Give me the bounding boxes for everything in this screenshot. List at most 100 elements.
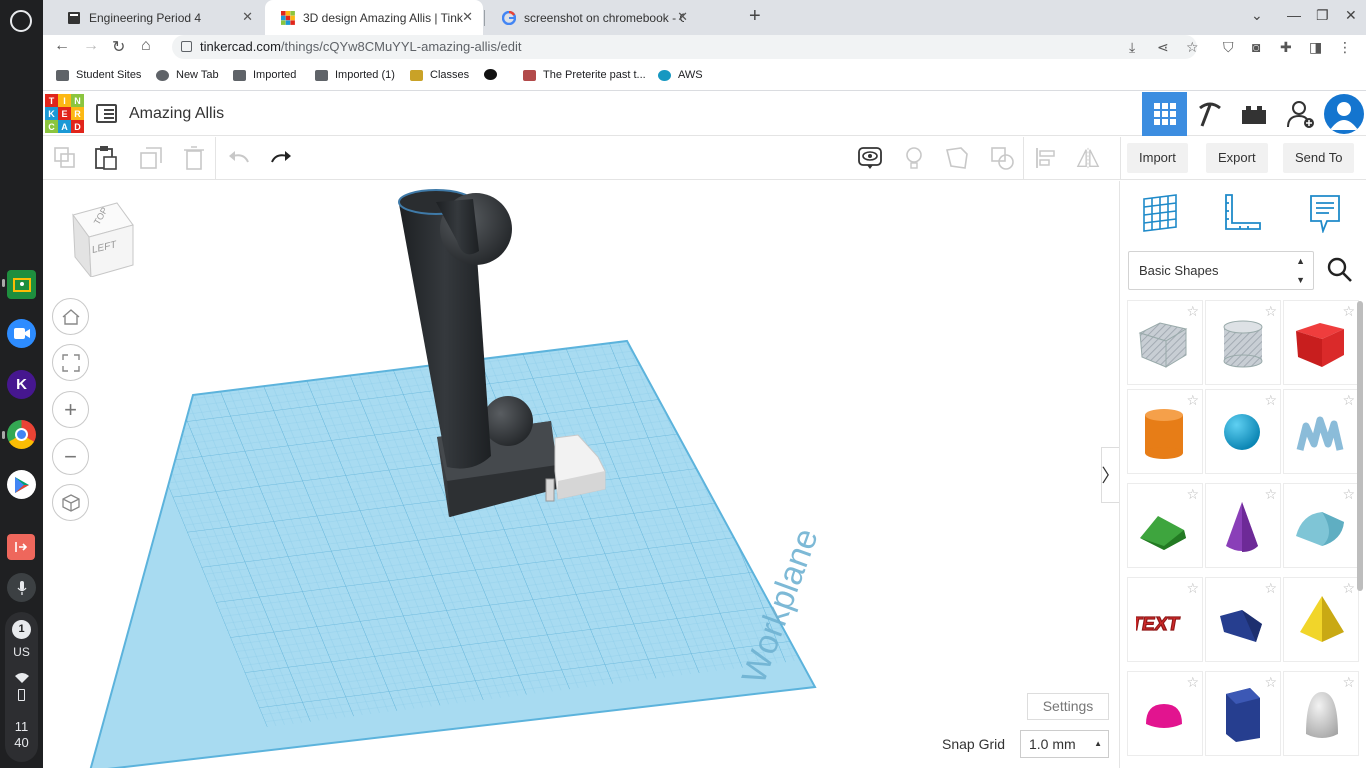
shape-tile-paraboloid[interactable]: ☆ [1284,672,1358,755]
launcher-icon[interactable] [10,10,32,32]
lock-icon[interactable] [181,41,192,52]
install-app-icon[interactable]: ⤓ [1129,39,1135,56]
notes-button[interactable] [902,146,926,170]
close-tab-icon[interactable]: ✕ [462,9,473,25]
settings-button[interactable]: Settings [1027,693,1109,720]
duplicate-button[interactable] [139,146,163,170]
new-tab-button[interactable]: + [749,5,761,28]
redo-button[interactable] [269,146,293,170]
export-button[interactable]: Export [1206,143,1268,173]
microphone-icon[interactable] [7,573,36,602]
shape-tile-half-sphere[interactable]: ☆ [1128,672,1202,755]
bookmark-imported-1[interactable]: Imported (1) [315,69,395,81]
ruler-icon[interactable] [1222,193,1262,233]
shape-tile-text[interactable]: ☆ TEXT [1128,578,1202,661]
shape-tile-cylinder-hole[interactable]: ☆ [1206,301,1280,384]
paste-button[interactable] [94,146,118,170]
shape-category-select[interactable]: Basic Shapes ▲ ▼ [1128,251,1314,290]
zoom-out-button[interactable]: − [52,438,89,475]
bookmark-imported[interactable]: Imported [233,69,296,81]
shape-tile-cylinder[interactable]: ☆ [1128,390,1202,473]
mirror-button[interactable] [1076,146,1100,170]
avatar[interactable] [1324,94,1364,134]
undo-button[interactable] [227,146,251,170]
lower-sphere-shape[interactable] [483,396,533,446]
shape-tile-wedge[interactable]: ☆ [1206,578,1280,661]
3d-workspace[interactable]: Workplane TOP LEFT + − 〉 Settings Snap G… [43,181,1119,768]
blocks-view-button[interactable] [1187,92,1232,136]
bookmark-new-tab[interactable]: New Tab [156,69,219,81]
design-title[interactable]: Amazing Allis [129,105,224,123]
design-list-icon[interactable] [96,104,117,123]
group-button[interactable] [945,146,969,170]
3d-design-view-button[interactable] [1142,92,1187,136]
view-cube[interactable]: TOP LEFT [69,201,137,282]
zoom-icon[interactable] [7,319,36,348]
collapse-panel-button[interactable]: 〉 [1101,447,1119,503]
bookmark-aws[interactable]: AWS [658,69,703,81]
import-button[interactable]: Import [1127,143,1188,173]
extension-icon[interactable]: ◙ [1252,39,1260,55]
send-to-button[interactable]: Send To [1283,143,1355,173]
search-icon[interactable] [1327,257,1353,283]
shape-tile-box[interactable]: ☆ [1284,301,1358,384]
shape-tile-pyramid[interactable]: ☆ [1284,578,1358,661]
reload-icon[interactable]: ↻ [112,37,125,57]
shape-tile-polygon[interactable]: ☆ [1206,672,1280,755]
fit-view-button[interactable] [52,344,89,381]
copy-button[interactable] [53,146,77,170]
shape-tile-sphere[interactable]: ☆ [1206,390,1280,473]
bookmark-label: The Preterite past t... [543,69,646,81]
close-window-icon[interactable]: ✕ [1345,7,1357,24]
play-store-icon[interactable] [7,470,36,499]
zoom-in-button[interactable]: + [52,391,89,428]
close-tab-icon[interactable]: ✕ [242,9,253,25]
kahoot-icon[interactable]: K [7,370,36,399]
shape-tile-cone[interactable]: ☆ [1206,484,1280,567]
tinkercad-logo[interactable]: T I N K E R C A D [45,94,84,133]
google-classroom-icon[interactable] [7,270,36,299]
sign-out-icon[interactable] [7,534,35,560]
back-icon[interactable]: ← [54,37,70,55]
bookmark-classes[interactable]: Classes [410,69,469,81]
bookmark-star-icon[interactable]: ☆ [1186,39,1199,56]
forward-icon[interactable]: → [83,37,99,55]
shape-tile-scribble[interactable]: ☆ [1284,390,1358,473]
align-button[interactable] [1034,146,1058,170]
tab-search-icon[interactable]: ⌄ [1251,7,1263,24]
tab-google-search[interactable]: screenshot on chromebook - Google Search… [486,0,698,35]
snap-grid-select[interactable]: 1.0 mm ▲ [1020,730,1109,758]
keyboard-layout-label[interactable]: US [0,645,43,659]
bookmark-preterite[interactable]: The Preterite past t... [523,69,646,81]
tab-engineering[interactable]: Engineering Period 4 ✕ [51,0,263,35]
side-panel-icon[interactable]: ◨ [1309,39,1322,56]
shape-tile-box-hole[interactable]: ☆ [1128,301,1202,384]
bookmark-student-sites[interactable]: Student Sites [56,69,141,81]
share-icon[interactable]: ⋖ [1157,39,1169,56]
bricks-view-button[interactable] [1231,92,1276,136]
panel-scrollbar[interactable] [1357,301,1363,591]
puzzle-icon[interactable]: ✚ [1280,39,1292,56]
projection-button[interactable] [52,484,89,521]
home-icon[interactable]: ⌂ [141,37,151,55]
bookmark-unnamed[interactable] [484,69,504,80]
notes-icon[interactable] [1305,193,1345,233]
address-bar[interactable]: tinkercad.com/things/cQYw8CMuYYL-amazing… [172,35,1197,59]
menu-icon[interactable]: ⋮ [1338,39,1352,56]
show-all-button[interactable] [858,146,882,170]
add-user-button[interactable] [1278,92,1323,136]
shape-tile-round-roof[interactable]: ☆ [1284,484,1358,567]
home-view-button[interactable] [52,298,89,335]
close-tab-icon[interactable]: ✕ [677,9,688,25]
restore-icon[interactable]: ❐ [1316,7,1329,24]
tab-tinkercad[interactable]: 3D design Amazing Allis | Tinkercad ✕ [265,0,483,35]
ungroup-button[interactable] [990,146,1014,170]
notification-count-badge[interactable]: 1 [12,620,31,639]
shape-tile-roof[interactable]: ☆ [1128,484,1202,567]
chrome-icon[interactable] [7,420,36,449]
workplane-grid-icon[interactable] [1140,193,1180,233]
brave-shield-icon[interactable]: ⛉ [1223,39,1234,56]
minimize-icon[interactable]: — [1287,7,1301,23]
delete-button[interactable] [182,146,206,170]
scribble-icon [1296,416,1344,451]
